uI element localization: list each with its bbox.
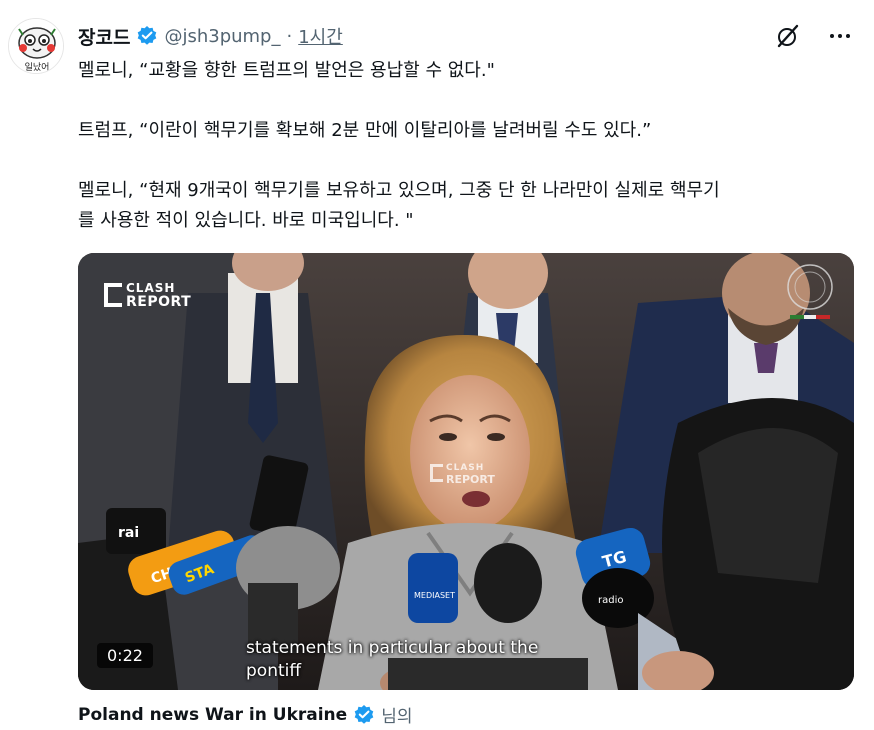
display-name[interactable]: 장코드 <box>78 23 130 50</box>
tweet-line-1: 멜로니, “교황을 향한 트럼프의 발언은 용납할 수 없다." <box>78 60 495 81</box>
mic-label-radio: radio <box>598 595 623 606</box>
grok-icon <box>777 24 799 48</box>
tweet-line-3: 멜로니, “현재 9개국이 핵무기를 보유하고 있으며, 그중 단 한 나라만이… <box>78 180 720 201</box>
timestamp-link[interactable]: 1시간 <box>298 23 343 49</box>
tweet-text: 멜로니, “교황을 향한 트럼프의 발언은 용납할 수 없다." 트럼프, “이… <box>78 56 868 236</box>
verified-badge-icon <box>138 26 157 45</box>
subtitle-line-1: statements in particular about the <box>246 638 539 658</box>
avatar[interactable]: 일났어 <box>8 18 64 74</box>
attribution-suffix: 님의 <box>381 707 413 727</box>
tweet-header: 장코드 @jsh3pump_ · 1시간 <box>78 22 343 50</box>
more-button[interactable] <box>826 22 854 50</box>
separator-dot: · <box>286 25 293 47</box>
source-account-link[interactable]: Poland news War in Ukraine <box>78 705 347 725</box>
mic-label-rai: rai <box>118 525 139 541</box>
source-attribution: Poland news War in Ukraine 님의 <box>78 702 412 727</box>
subtitle-line-2: pontiff <box>246 661 302 681</box>
video-subtitle: statements in particular about the ponti… <box>246 637 538 683</box>
more-icon <box>830 34 850 38</box>
clash-report-watermark: CLASH REPORT <box>430 463 495 485</box>
mic-label-mediaset: MEDIASET <box>414 591 455 600</box>
tweet-line-2: 트럼프, “이란이 핵무기를 확보해 2분 만에 이탈리아를 날려버릴 수도 있… <box>78 120 652 141</box>
grok-button[interactable] <box>774 22 802 50</box>
header-actions <box>774 22 854 50</box>
user-handle[interactable]: @jsh3pump_ <box>164 26 280 47</box>
video-duration: 0:22 <box>97 643 153 668</box>
video-player[interactable]: rai CHIARA STA MEDIASET TG radio CLASH R… <box>78 253 854 690</box>
avatar-illustration: 일났어 <box>9 19 63 73</box>
tweet-line-4: 를 사용한 적이 있습니다. 바로 미국입니다. " <box>78 210 414 231</box>
clash-report-logo: CLASH REPORT <box>104 281 191 309</box>
verified-badge-icon <box>354 704 374 724</box>
avatar-text: 일났어 <box>25 62 50 73</box>
